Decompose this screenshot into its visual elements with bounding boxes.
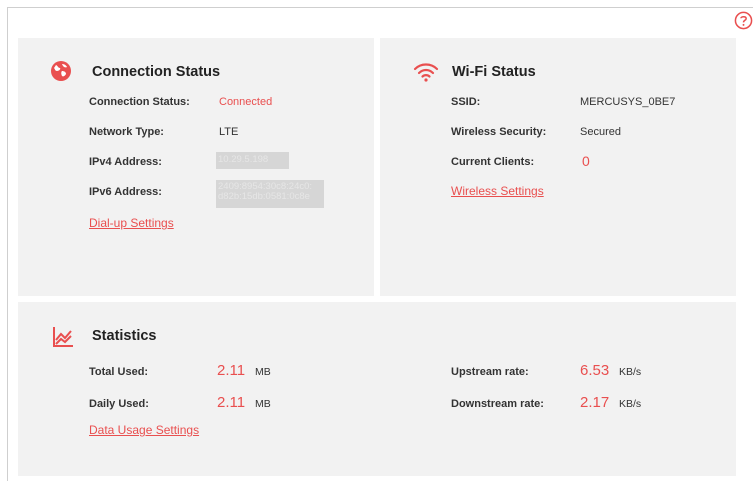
upstream-rate-value: 6.53 [580,362,610,379]
ipv6-address-label: IPv6 Address: [89,186,162,198]
statistics-title: Statistics [92,328,157,344]
network-type-label: Network Type: [89,126,164,138]
chart-icon [53,327,73,347]
dial-up-settings-link[interactable]: Dial-up Settings [89,216,174,230]
daily-used-label: Daily Used: [89,398,149,410]
total-used-value: 2.11 [217,362,246,379]
data-usage-settings-link[interactable]: Data Usage Settings [89,423,199,437]
network-type-value: LTE [219,126,239,138]
wifi-status-card: Wi-Fi Status SSID: MERCUSYS_0BE7 Wireles… [380,38,736,296]
connection-status-title: Connection Status [92,64,221,80]
total-used-label: Total Used: [89,366,149,378]
wireless-security-value: Secured [580,126,621,138]
ipv4-address-label: IPv4 Address: [89,156,162,168]
connection-status-card: Connection Status Connection Status: Con… [18,38,374,296]
current-clients-value: 0 [582,153,590,169]
upstream-rate-label: Upstream rate: [451,366,529,378]
wireless-settings-link[interactable]: Wireless Settings [451,184,544,198]
wifi-icon [413,63,439,82]
connection-status-label: Connection Status: [89,96,190,108]
ssid-value: MERCUSYS_0BE7 [580,96,676,108]
wifi-status-title: Wi-Fi Status [452,64,536,80]
downstream-rate-unit: KB/s [619,398,642,410]
ipv6-address-line2: d82b:15db:0581:0c8e [218,191,310,202]
globe-icon [51,61,71,81]
wireless-security-label: Wireless Security: [451,126,547,138]
current-clients-label: Current Clients: [451,156,535,168]
daily-used-unit: MB [255,398,271,410]
connection-status-value: Connected [219,96,273,108]
downstream-rate-value: 2.17 [580,394,610,411]
ssid-label: SSID: [451,96,481,108]
upstream-rate-unit: KB/s [619,366,642,378]
statistics-card: Statistics Total Used: 2.11 MB Daily Use… [18,302,736,476]
ipv4-address-value: 10.29.5.198 [216,152,289,169]
total-used-unit: MB [255,366,271,378]
ipv6-address-value: 2409:8954:30c8:24c0: d82b:15db:0581:0c8e [216,180,324,208]
downstream-rate-label: Downstream rate: [451,398,544,410]
daily-used-value: 2.11 [217,394,246,411]
help-circle-icon[interactable] [734,11,753,30]
